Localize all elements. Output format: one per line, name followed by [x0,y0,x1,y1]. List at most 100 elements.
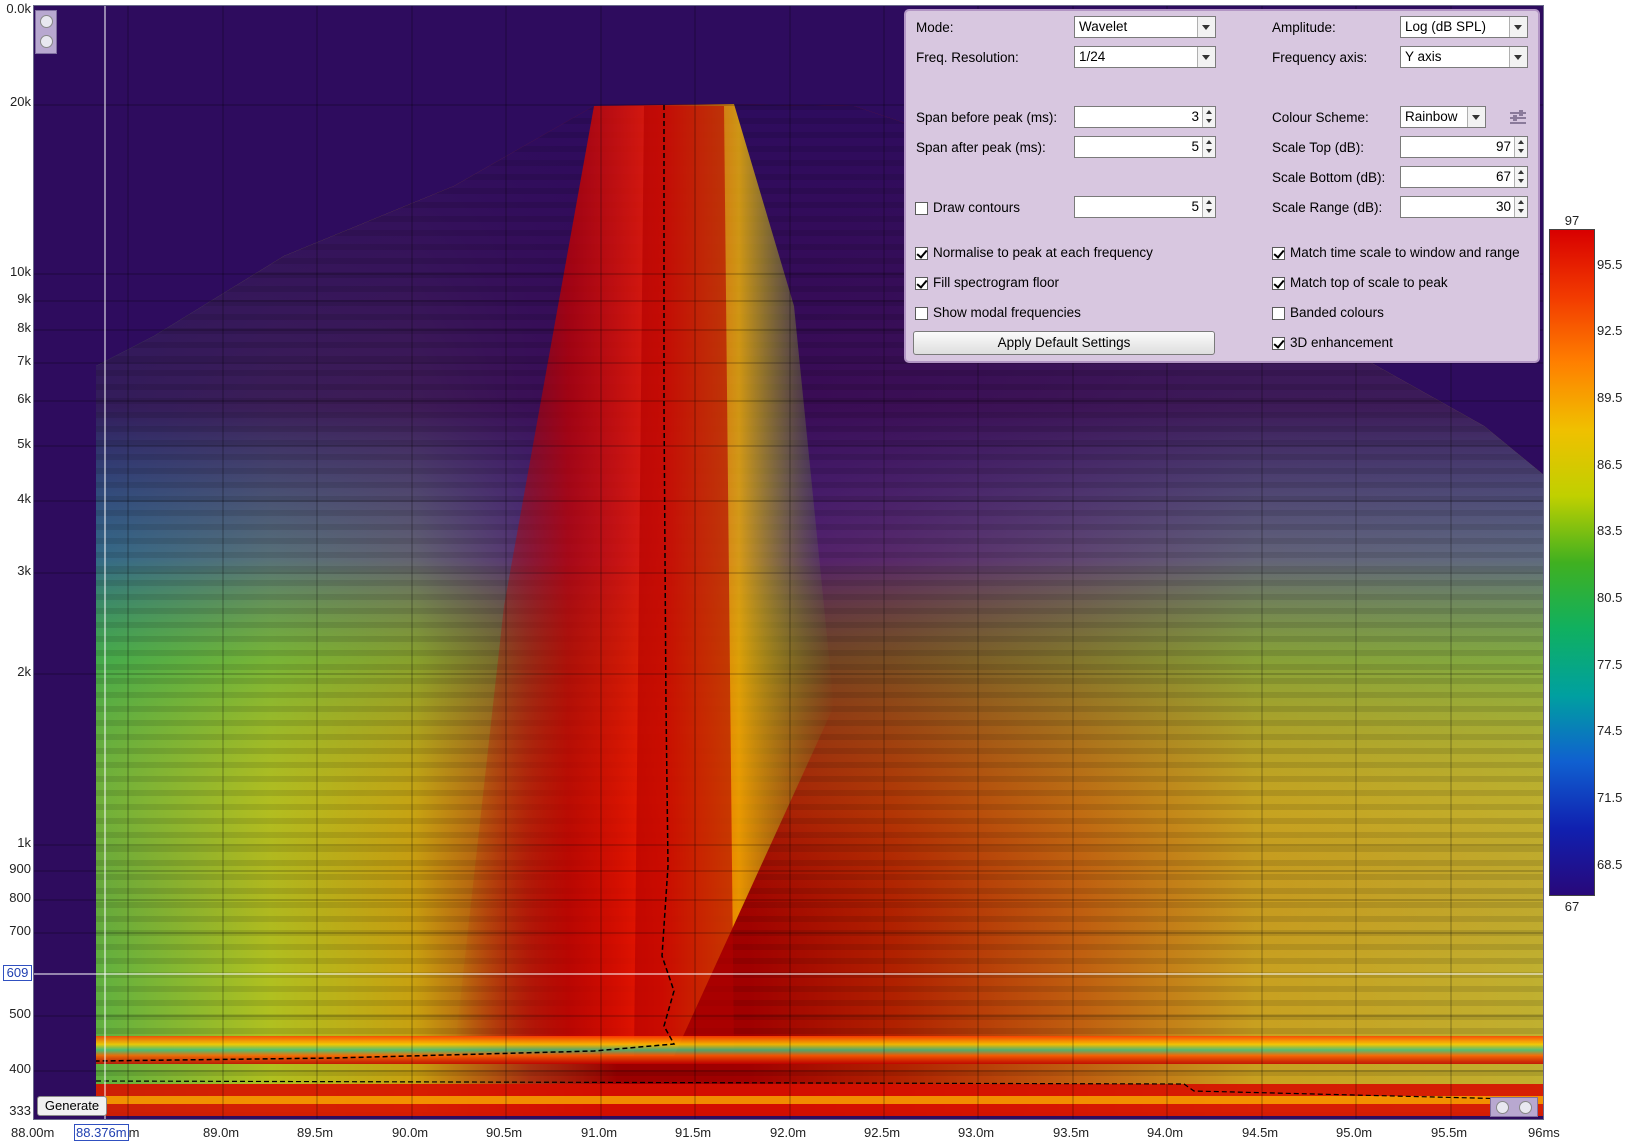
y-tick: 500 [9,1006,31,1021]
mode-value: Wavelet [1079,19,1128,34]
chevron-down-icon[interactable] [1197,17,1215,37]
colorbar-tick: 83.5 [1597,523,1623,538]
colorbar-tick: 86.5 [1597,457,1623,472]
zoom-icons-topleft [35,10,57,54]
x-tick: 93.5m [1053,1125,1090,1140]
colorbar-tick: 95.5 [1597,257,1623,272]
y-tick: 20k [10,94,31,109]
y-tick: 800 [9,890,31,905]
freq-resolution-select[interactable]: 1/24 [1074,46,1216,68]
zoom-out-icon[interactable] [40,35,53,48]
colour-scheme-value: Rainbow [1405,109,1458,124]
spinner-arrows-icon[interactable] [1514,197,1527,217]
normalise-label: Normalise to peak at each frequency [933,245,1153,260]
frequency-axis-label: Frequency axis: [1272,50,1368,65]
chevron-down-icon[interactable] [1197,47,1215,67]
3d-enhancement-checkbox[interactable] [1272,337,1285,350]
banded-colours-checkbox[interactable] [1272,307,1285,320]
colorbar-tick: 71.5 [1597,790,1623,805]
x-tick: 95.5m [1431,1125,1468,1140]
y-tick: 333 [9,1103,31,1118]
mode-label: Mode: [916,20,954,35]
match-top-checkbox[interactable] [1272,277,1285,290]
spinner-arrows-icon[interactable] [1202,197,1215,217]
x-cursor-readout: 88.376m m [74,1124,140,1141]
y-tick: 9k [17,291,31,306]
generate-button[interactable]: Generate [37,1096,107,1116]
zoom-fit-icon[interactable] [1519,1101,1532,1114]
colour-scheme-settings-icon[interactable] [1510,110,1526,124]
3d-enhancement-label: 3D enhancement [1290,335,1393,350]
mode-select[interactable]: Wavelet [1074,16,1216,38]
amplitude-value: Log (dB SPL) [1405,19,1487,34]
x-tick: 88.00m [11,1125,55,1140]
span-after-input[interactable]: 5 [1074,136,1216,158]
x-tick: 92.0m [770,1125,807,1140]
scale-bottom-value: 67 [1495,169,1511,184]
zoom-in-icon[interactable] [40,15,53,28]
x-tick: 91.0m [581,1125,618,1140]
amplitude-label: Amplitude: [1272,20,1336,35]
span-after-label: Span after peak (ms): [916,140,1046,155]
chevron-down-icon[interactable] [1467,107,1485,127]
colorbar-tick: 92.5 [1597,323,1623,338]
y-tick: 700 [9,923,31,938]
scale-bottom-input[interactable]: 67 [1400,166,1528,188]
fill-floor-label: Fill spectrogram floor [933,275,1060,290]
match-time-scale-label: Match time scale to window and range [1290,245,1520,260]
y-tick: 8k [17,320,31,335]
span-before-input[interactable]: 3 [1074,106,1216,128]
colorbar-tick: 89.5 [1597,390,1623,405]
show-modal-checkbox[interactable] [915,307,928,320]
contour-interval-input[interactable]: 5 [1074,196,1216,218]
y-tick: 1k [17,835,31,850]
x-tick: 94.0m [1147,1125,1184,1140]
normalise-checkbox[interactable] [915,247,928,260]
span-before-label: Span before peak (ms): [916,110,1058,125]
spinner-arrows-icon[interactable] [1202,137,1215,157]
amplitude-select[interactable]: Log (dB SPL) [1400,16,1528,38]
y-tick: 400 [9,1061,31,1076]
frequency-axis-value: Y axis [1405,49,1442,64]
match-time-scale-checkbox[interactable] [1272,247,1285,260]
colorbar-bottom-label: 67 [1564,899,1580,914]
span-after-value: 5 [1191,139,1199,154]
frequency-axis-select[interactable]: Y axis [1400,46,1528,68]
y-tick: 4k [17,491,31,506]
apply-default-settings-button[interactable]: Apply Default Settings [913,331,1215,355]
banded-colours-label: Banded colours [1290,305,1384,320]
y-tick: 6k [17,391,31,406]
fill-floor-checkbox[interactable] [915,277,928,290]
colour-scheme-select[interactable]: Rainbow [1400,106,1486,128]
zoom-reset-icon[interactable] [1496,1101,1509,1114]
freq-resolution-value: 1/24 [1079,49,1106,64]
x-tick: 90.0m [392,1125,429,1140]
y-tick: 2k [17,664,31,679]
y-tick: 900 [9,861,31,876]
freq-resolution-label: Freq. Resolution: [916,50,1019,65]
x-cursor-suffix: m [128,1125,140,1140]
scale-top-value: 97 [1495,139,1511,154]
spinner-arrows-icon[interactable] [1514,167,1527,187]
draw-contours-checkbox[interactable] [915,202,928,215]
draw-contours-label: Draw contours [933,200,1021,215]
scale-top-input[interactable]: 97 [1400,136,1528,158]
colour-scheme-label: Colour Scheme: [1272,110,1369,125]
chevron-down-icon[interactable] [1509,17,1527,37]
x-cursor-value: 88.376m [74,1124,129,1141]
colorbar [1549,229,1595,896]
chevron-down-icon[interactable] [1509,47,1527,67]
colorbar-tick: 80.5 [1597,590,1623,605]
x-tick: 90.5m [486,1125,523,1140]
spinner-arrows-icon[interactable] [1202,107,1215,127]
colorbar-top-label: 97 [1564,213,1580,228]
x-tick: 91.5m [675,1125,712,1140]
scale-range-value: 30 [1495,199,1511,214]
x-tick: 94.5m [1242,1125,1279,1140]
scale-range-input[interactable]: 30 [1400,196,1528,218]
spinner-arrows-icon[interactable] [1514,137,1527,157]
spectrogram-controls-panel: Mode: Wavelet Freq. Resolution: 1/24 Spa… [904,9,1540,363]
y-tick: 7k [17,353,31,368]
y-tick: 5k [17,436,31,451]
x-tick: 92.5m [864,1125,901,1140]
